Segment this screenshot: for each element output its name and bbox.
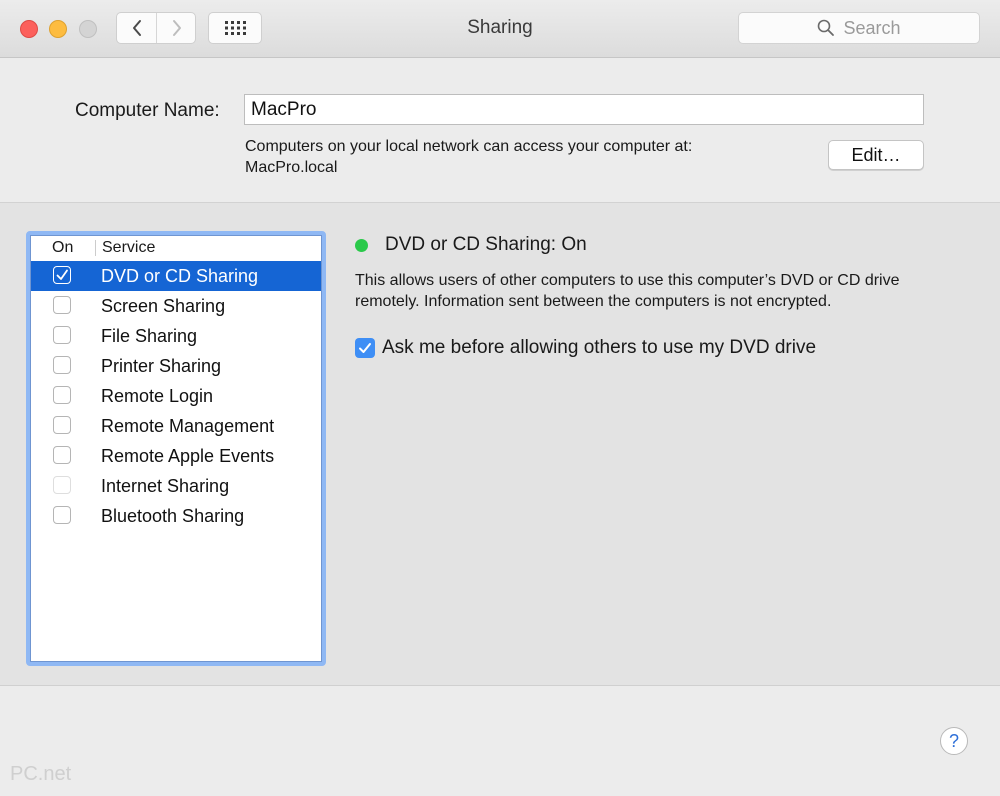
navigation-buttons — [116, 12, 196, 44]
service-row[interactable]: DVD or CD Sharing — [31, 261, 321, 291]
service-checkbox[interactable] — [53, 296, 71, 314]
close-window-button[interactable] — [20, 20, 38, 38]
grid-icon — [225, 21, 246, 35]
computer-name-label: Computer Name: — [75, 100, 220, 121]
search-placeholder: Search — [843, 17, 901, 38]
service-row[interactable]: Internet Sharing — [31, 471, 321, 501]
back-button[interactable] — [117, 13, 157, 43]
help-button[interactable]: ? — [940, 727, 968, 755]
services-section: On Service DVD or CD Sharing Screen Shari… — [0, 203, 1000, 685]
service-checkbox[interactable] — [53, 356, 71, 374]
service-description-line: This allows users of other computers to … — [355, 272, 900, 289]
service-label: Bluetooth Sharing — [101, 506, 245, 526]
status-indicator-icon — [355, 239, 368, 252]
service-checkbox[interactable] — [53, 416, 71, 434]
search-field[interactable]: Search — [738, 12, 980, 44]
chevron-right-icon — [172, 20, 181, 36]
service-label: Remote Management — [101, 416, 275, 436]
checkmark-icon — [56, 269, 68, 280]
service-checkbox[interactable] — [53, 446, 71, 464]
service-row[interactable]: File Sharing — [31, 321, 321, 351]
service-row[interactable]: Remote Login — [31, 381, 321, 411]
title-bar: Sharing Search — [0, 0, 1000, 58]
service-row[interactable]: Printer Sharing — [31, 351, 321, 381]
service-checkbox[interactable] — [53, 386, 71, 404]
ask-before-allowing-checkbox[interactable] — [355, 338, 375, 358]
show-all-button[interactable] — [208, 12, 262, 44]
forward-button[interactable] — [157, 13, 196, 43]
service-row[interactable]: Bluetooth Sharing — [31, 501, 321, 531]
service-checkbox — [53, 476, 71, 494]
service-list-header: On Service — [31, 236, 321, 260]
footer: ? PC.net — [0, 685, 1000, 796]
service-label: Remote Apple Events — [101, 446, 275, 466]
service-label: Internet Sharing — [101, 476, 230, 496]
service-label: Remote Login — [101, 386, 214, 406]
service-row[interactable]: Remote Apple Events — [31, 441, 321, 471]
service-status-title: DVD or CD Sharing: On — [385, 234, 587, 255]
network-address-description: Computers on your local network can acce… — [245, 138, 693, 155]
service-checkbox[interactable] — [53, 506, 71, 524]
service-label: File Sharing — [101, 326, 198, 346]
window-title: Sharing — [467, 17, 533, 38]
service-label: DVD or CD Sharing — [101, 266, 259, 286]
service-checkbox[interactable] — [53, 266, 71, 284]
ask-before-allowing-label[interactable]: Ask me before allowing others to use my … — [382, 337, 816, 359]
chevron-left-icon — [132, 20, 141, 36]
computer-name-input[interactable]: MacPro — [244, 94, 924, 125]
column-header-service[interactable]: Service — [102, 239, 155, 257]
network-address-value: MacPro.local — [245, 159, 338, 176]
minimize-window-button[interactable] — [49, 20, 67, 38]
sharing-window: Sharing Search Computer Name: MacPro Com… — [0, 0, 1000, 796]
service-row[interactable]: Remote Management — [31, 411, 321, 441]
zoom-window-button[interactable] — [79, 20, 97, 38]
service-list[interactable]: On Service DVD or CD Sharing Screen Shari… — [30, 235, 322, 662]
service-description-line: remotely. Information sent between the c… — [355, 293, 832, 310]
column-header-on[interactable]: On — [52, 239, 73, 257]
edit-button[interactable]: Edit… — [828, 140, 924, 170]
search-icon — [818, 19, 835, 36]
service-checkbox[interactable] — [53, 326, 71, 344]
column-divider — [95, 240, 96, 256]
service-description: This allows users of other computers to … — [355, 270, 975, 312]
checkmark-icon — [359, 343, 371, 353]
computer-name-section: Computer Name: MacPro Computers on your … — [0, 58, 1000, 203]
network-address-info: Computers on your local network can acce… — [245, 136, 692, 178]
watermark-text: PC.net — [10, 763, 72, 785]
service-label: Printer Sharing — [101, 356, 222, 376]
service-label: Screen Sharing — [101, 296, 226, 316]
service-row[interactable]: Screen Sharing — [31, 291, 321, 321]
